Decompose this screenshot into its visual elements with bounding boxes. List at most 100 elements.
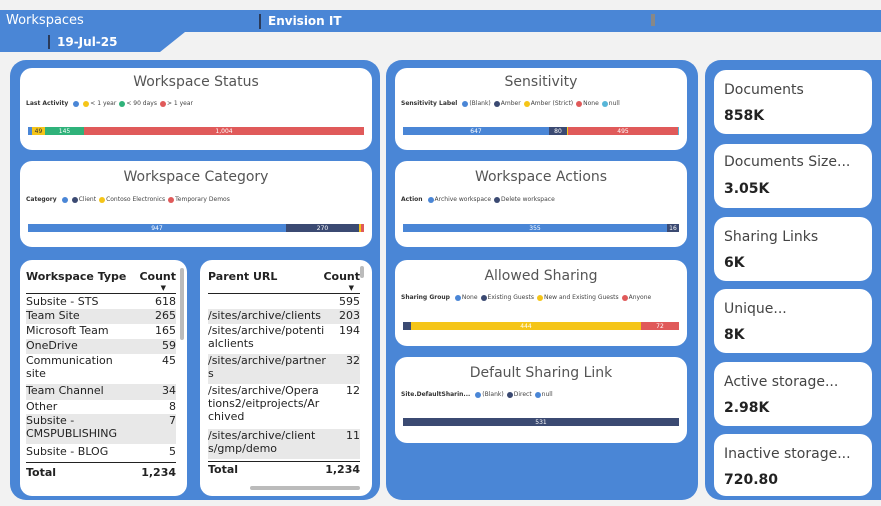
bar-segment[interactable]: 270 bbox=[286, 224, 359, 232]
bar-segment[interactable]: 531 bbox=[403, 418, 679, 426]
vertical-scrollbar[interactable] bbox=[360, 266, 364, 278]
table-cell: 45 bbox=[162, 354, 176, 367]
bar-segment[interactable] bbox=[361, 224, 364, 232]
table-row[interactable]: Communication site 45 bbox=[26, 354, 176, 384]
table-row[interactable]: Subsite - BLOG 5 bbox=[26, 445, 176, 460]
kpi-card-active-storage[interactable]: Active storage... 2.98K bbox=[714, 362, 872, 426]
table-row[interactable]: Team Site 265 bbox=[26, 309, 176, 324]
bar-segment[interactable]: 1,004 bbox=[84, 127, 364, 135]
table-row[interactable]: /sites/archive/clients 203 bbox=[208, 309, 360, 324]
bar-segment[interactable]: 49 bbox=[32, 127, 45, 135]
legend-item[interactable]: (Blank) bbox=[462, 100, 491, 107]
legend-item[interactable] bbox=[73, 100, 80, 107]
table-cell: 34 bbox=[162, 384, 176, 397]
total-value: 1,234 bbox=[325, 463, 360, 476]
legend-dot bbox=[475, 391, 482, 398]
kpi-card-sharing-links[interactable]: Sharing Links 6K bbox=[714, 217, 872, 281]
kpi-label: Unique... bbox=[724, 301, 787, 317]
legend-item[interactable]: Archive workspace bbox=[427, 196, 491, 203]
workspace-type-table[interactable]: Workspace Type Count ▼ Subsite - STS 618 … bbox=[20, 260, 187, 496]
legend-item[interactable]: null bbox=[534, 391, 553, 398]
bar-segment[interactable]: 355 bbox=[403, 224, 667, 232]
allowed-sharing-card[interactable]: Allowed Sharing Sharing Group None Exist… bbox=[395, 260, 687, 346]
legend-dot bbox=[71, 196, 78, 203]
legend-item[interactable]: (Blank) bbox=[475, 391, 504, 398]
table-row[interactable]: 595 bbox=[208, 295, 360, 309]
parent-url-table[interactable]: Parent URL Count ▼ 595 /sites/archive/cl… bbox=[200, 260, 372, 496]
bar-segment[interactable]: 495 bbox=[568, 127, 678, 135]
kpi-value: 6K bbox=[724, 255, 745, 271]
kpi-card-unique[interactable]: Unique... 8K bbox=[714, 289, 872, 353]
legend-item[interactable]: None bbox=[454, 294, 478, 301]
legend-dot bbox=[494, 196, 501, 203]
legend-dot bbox=[83, 100, 90, 107]
divider bbox=[48, 35, 50, 49]
divider bbox=[651, 14, 655, 26]
table-row[interactable]: Subsite - CMSPUBLISHING 7 bbox=[26, 414, 176, 444]
bar-segment[interactable]: 647 bbox=[403, 127, 549, 135]
stacked-bar[interactable]: 49 145 1,004 bbox=[28, 127, 364, 135]
sort-desc-icon[interactable]: ▼ bbox=[161, 284, 166, 292]
table-row[interactable]: OneDrive 59 bbox=[26, 339, 176, 354]
sort-desc-icon[interactable]: ▼ bbox=[349, 284, 354, 292]
stacked-bar[interactable]: 947 270 bbox=[28, 224, 364, 232]
legend-item[interactable] bbox=[61, 196, 69, 203]
bar-segment[interactable]: 80 bbox=[549, 127, 567, 135]
horizontal-scrollbar[interactable] bbox=[250, 486, 360, 490]
sensitivity-card[interactable]: Sensitivity Sensitivity Label (Blank) Am… bbox=[395, 68, 687, 150]
legend-item[interactable]: New and Existing Guests bbox=[536, 294, 619, 301]
vertical-scrollbar[interactable] bbox=[180, 268, 184, 340]
table-cell: Other bbox=[26, 400, 58, 413]
legend-item[interactable]: Temporary Demos bbox=[168, 196, 230, 203]
legend-item[interactable]: < 1 year bbox=[83, 100, 116, 107]
legend-item[interactable]: > 1 year bbox=[159, 100, 193, 107]
stacked-bar[interactable]: 444 72 bbox=[403, 322, 679, 330]
bar-segment[interactable]: 72 bbox=[641, 322, 679, 330]
table-row[interactable]: Team Channel 34 bbox=[26, 384, 176, 400]
legend-item[interactable]: Direct bbox=[506, 391, 532, 398]
table-row[interactable]: /sites/archive/Operations2/eitprojects/A… bbox=[208, 384, 360, 429]
kpi-card-inactive-storage[interactable]: Inactive storage... 720.80 bbox=[714, 434, 872, 496]
legend-label: Sharing Group bbox=[401, 294, 450, 301]
legend-item[interactable]: Delete workspace bbox=[494, 196, 555, 203]
column-header[interactable]: Count bbox=[323, 270, 360, 283]
table-row[interactable]: /sites/archive/clients/gmp/demo 11 bbox=[208, 429, 360, 459]
legend-item[interactable]: None bbox=[576, 100, 599, 107]
legend-item[interactable]: Amber (Strict) bbox=[523, 100, 573, 107]
column-header[interactable]: Count bbox=[139, 270, 176, 283]
table-row[interactable]: /sites/archive/potentialclients 194 bbox=[208, 324, 360, 354]
table-row[interactable]: /sites/archive/partners 32 bbox=[208, 354, 360, 384]
total-divider bbox=[208, 461, 360, 462]
legend-item[interactable]: Existing Guests bbox=[480, 294, 534, 301]
legend: Sensitivity Label (Blank) Amber Amber (S… bbox=[401, 100, 620, 107]
table-row[interactable]: Other 8 bbox=[26, 400, 176, 414]
table-row[interactable]: Microsoft Team 165 bbox=[26, 324, 176, 339]
card-title: Workspace Actions bbox=[474, 169, 608, 185]
table-row[interactable]: Subsite - STS 618 bbox=[26, 295, 176, 309]
workspace-category-card[interactable]: Workspace Category Category Client Conto… bbox=[20, 161, 372, 247]
legend-item[interactable]: Contoso Electronics bbox=[99, 196, 165, 203]
bar-segment[interactable] bbox=[403, 322, 411, 330]
legend-item[interactable]: Anyone bbox=[621, 294, 651, 301]
legend-item[interactable]: < 90 days bbox=[119, 100, 157, 107]
column-header[interactable]: Parent URL bbox=[208, 270, 277, 283]
column-header[interactable]: Workspace Type bbox=[26, 270, 126, 283]
workspace-status-card[interactable]: Workspace Status Last Activity < 1 year … bbox=[20, 68, 372, 150]
legend-item[interactable]: null bbox=[601, 100, 620, 107]
kpi-card-documents-size[interactable]: Documents Size... 3.05K bbox=[714, 144, 872, 208]
bar-segment[interactable]: 444 bbox=[411, 322, 641, 330]
table-cell: 165 bbox=[155, 324, 176, 337]
bar-segment[interactable]: 947 bbox=[28, 224, 286, 232]
legend-item[interactable]: Client bbox=[71, 196, 96, 203]
bar-segment[interactable]: 16 bbox=[667, 224, 679, 232]
workspace-actions-card[interactable]: Workspace Actions Action Archive workspa… bbox=[395, 161, 687, 247]
default-sharing-link-card[interactable]: Default Sharing Link Site.DefaultSharin.… bbox=[395, 357, 687, 443]
legend-item[interactable]: Amber bbox=[493, 100, 521, 107]
kpi-card-documents[interactable]: Documents 858K bbox=[714, 70, 872, 134]
stacked-bar[interactable]: 355 16 bbox=[403, 224, 679, 232]
bar-segment[interactable] bbox=[678, 127, 679, 135]
stacked-bar[interactable]: 531 bbox=[403, 418, 679, 426]
page-title: Workspaces bbox=[6, 13, 84, 28]
bar-segment[interactable]: 145 bbox=[45, 127, 84, 135]
stacked-bar[interactable]: 647 80 495 bbox=[403, 127, 679, 135]
